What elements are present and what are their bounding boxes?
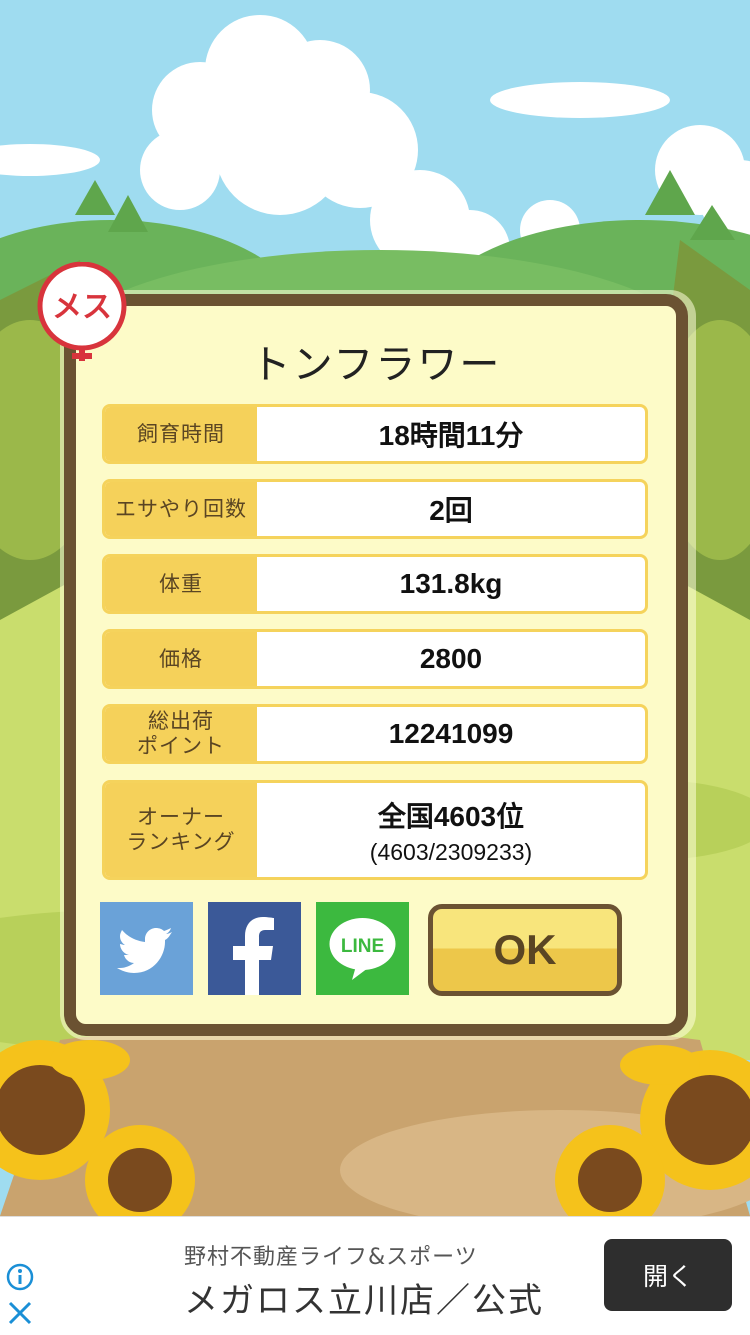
row-value: 2回	[429, 495, 473, 526]
row-label: 価格	[105, 632, 257, 686]
row-value: 2800	[419, 643, 483, 674]
row-price: 価格 2800	[102, 629, 648, 689]
row-weight: 体重 131.8kg	[102, 554, 648, 614]
ad-subtitle: 野村不動産ライフ&スポーツ	[184, 1245, 478, 1270]
row-value: 18時間11分	[378, 420, 524, 451]
row-label: オーナー ランキング	[105, 783, 257, 877]
row-label-line2: ランキング	[126, 830, 236, 854]
row-label-line1: 総出荷	[148, 709, 214, 733]
row-feed-count: エサやり回数 2回	[102, 479, 648, 539]
female-badge-icon: メス	[36, 261, 128, 362]
ad-banner[interactable]: 野村不動産ライフ&スポーツ メガロス立川店／公式 開く	[0, 1216, 750, 1335]
close-icon[interactable]	[6, 1299, 34, 1327]
ranking-value: 全国4603位	[377, 800, 525, 832]
facebook-icon	[208, 902, 301, 995]
line-icon: LINE	[316, 902, 409, 995]
row-owner-ranking: オーナー ランキング 全国4603位 (4603/2309233)	[102, 780, 648, 880]
row-feeding-time: 飼育時間 18時間11分	[102, 404, 648, 464]
row-label: 飼育時間	[105, 407, 257, 461]
row-label-line1: オーナー	[137, 805, 225, 829]
facebook-share-button[interactable]	[208, 902, 301, 995]
ad-title[interactable]: メガロス立川店／公式	[184, 1273, 544, 1322]
info-icon[interactable]	[6, 1263, 34, 1291]
line-share-button[interactable]: LINE	[316, 902, 409, 995]
ad-open-button[interactable]: 開く	[604, 1239, 732, 1311]
row-label: 体重	[105, 557, 257, 611]
row-label-line2: ポイント	[137, 734, 225, 758]
pig-name-title: トンフラワー	[250, 342, 502, 388]
pig-status-dialog: トンフラワー 飼育時間 18時間11分 エサやり回数 2回 体重 131.8kg…	[64, 294, 688, 1036]
row-label: 総出荷 ポイント	[105, 707, 257, 761]
ranking-detail: (4603/2309233)	[369, 838, 533, 865]
twitter-share-button[interactable]	[100, 902, 193, 995]
badge-label: メス	[52, 290, 112, 325]
row-value: 12241099	[388, 718, 514, 749]
ok-button[interactable]: OK	[428, 904, 622, 996]
line-label: LINE	[341, 936, 384, 957]
row-label: エサやり回数	[105, 482, 257, 536]
twitter-icon	[100, 902, 193, 995]
row-value: 131.8kg	[399, 568, 503, 599]
row-value: 全国4603位 (4603/2309233)	[257, 783, 645, 877]
row-shipping-points: 総出荷 ポイント 12241099	[102, 704, 648, 764]
